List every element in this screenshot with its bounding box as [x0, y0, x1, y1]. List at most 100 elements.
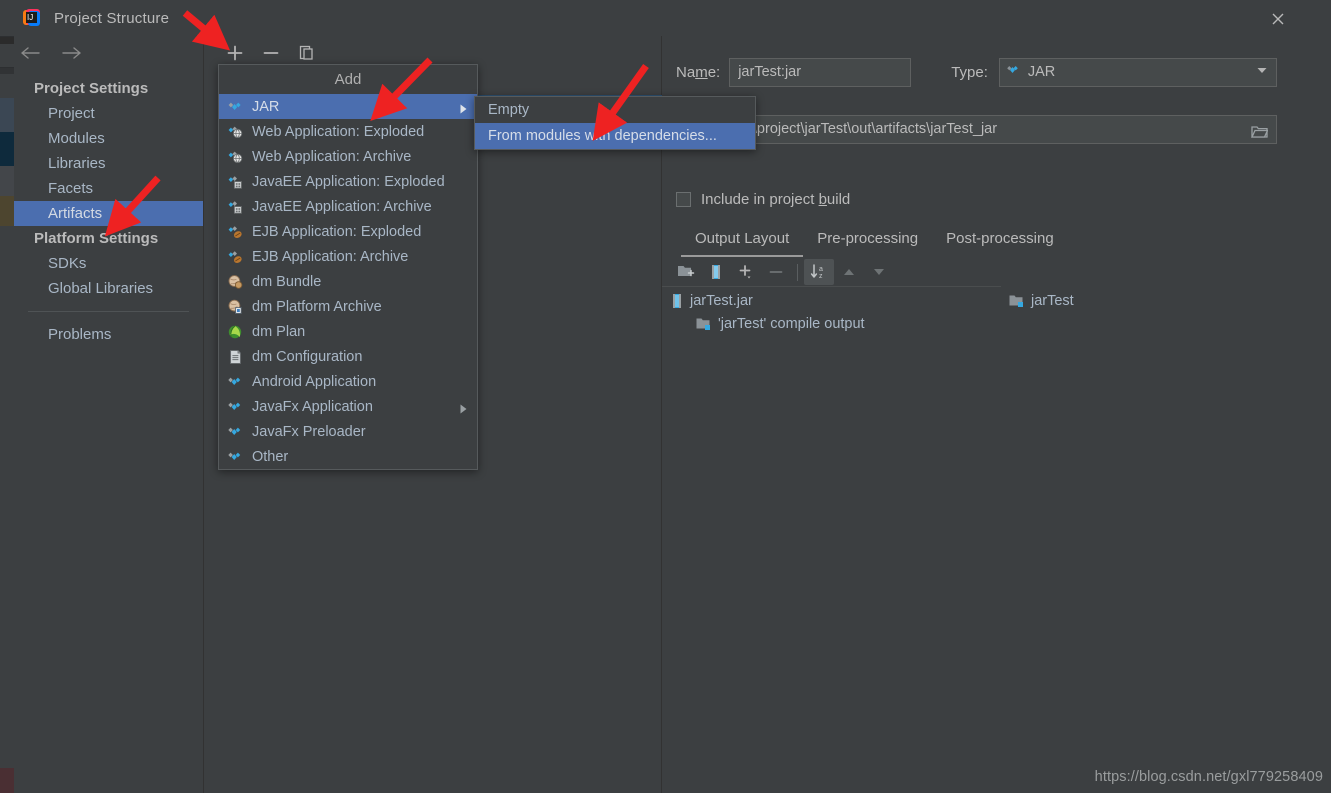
- menu-item-label: Other: [252, 448, 289, 465]
- artifact-details-panel: Name: Type: JAR ectory: F: [662, 36, 1331, 793]
- tab-output-layout[interactable]: Output Layout: [681, 226, 804, 257]
- tree-item-compile-output[interactable]: 'jarTest' compile output: [670, 312, 865, 335]
- menu-item-label: Empty: [488, 102, 530, 118]
- menu-item-dm-plan[interactable]: dm Plan: [219, 319, 477, 344]
- bg-strip: [0, 754, 14, 768]
- bg-strip: [0, 44, 14, 68]
- plus-icon[interactable]: [224, 42, 246, 64]
- ejb-exploded-icon: [227, 224, 245, 240]
- dm-configuration-icon: [227, 349, 245, 365]
- dm-platform-archive-icon: [227, 299, 245, 315]
- output-directory-input[interactable]: F:\project\jarTest\out\artifacts\jarTest…: [731, 114, 1278, 144]
- tree-item-label: jarTest: [1031, 292, 1074, 309]
- tab-pre-processing[interactable]: Pre-processing: [803, 226, 932, 257]
- menu-item-dm-configuration[interactable]: dm Configuration: [219, 344, 477, 369]
- close-icon[interactable]: [1265, 6, 1291, 32]
- sidebar-item-problems[interactable]: Problems: [14, 322, 203, 347]
- menu-item-jar[interactable]: JAR: [219, 94, 477, 119]
- menu-item-label: dm Plan: [252, 323, 306, 340]
- type-dropdown[interactable]: JAR: [998, 57, 1277, 87]
- sidebar-group-project-settings: Project Settings: [34, 80, 149, 97]
- menu-item-android-application[interactable]: Android Application: [219, 369, 477, 394]
- module-output-icon: [696, 317, 712, 331]
- toolbar-separator: [797, 263, 798, 281]
- bg-strip: [0, 226, 14, 754]
- bg-strip: [0, 98, 14, 132]
- sidebar-nav-toolbar: [14, 36, 203, 69]
- menu-item-from-modules-with-dependencies[interactable]: From modules with dependencies...: [475, 123, 755, 149]
- sidebar-item-global-libraries[interactable]: Global Libraries: [14, 276, 203, 301]
- menu-item-empty[interactable]: Empty: [475, 97, 755, 123]
- svg-text:z: z: [819, 273, 823, 280]
- arrow-right-icon[interactable]: [58, 41, 84, 65]
- chevron-down-icon[interactable]: [1254, 62, 1270, 83]
- menu-item-label: JavaFx Application: [252, 398, 373, 415]
- intellij-logo-icon: IJ: [23, 9, 41, 27]
- bg-strip: [0, 36, 14, 44]
- sidebar-list: Project Settings Project Modules Librari…: [14, 69, 203, 347]
- include-in-project-build-row[interactable]: Include in project build: [676, 191, 850, 208]
- sidebar-item-modules[interactable]: Modules: [14, 126, 203, 151]
- menu-item-ejb-application-exploded[interactable]: EJB Application: Exploded: [219, 219, 477, 244]
- include-in-project-build-label: Include in project build: [701, 191, 851, 208]
- output-layout-toolbar: a z: [671, 258, 1001, 286]
- project-structure-dialog: IJ Project Structure Project Settings Pr…: [14, 0, 1331, 793]
- menu-item-label: dm Bundle: [252, 273, 322, 290]
- archive-icon: [670, 293, 684, 309]
- menu-item-label: Web Application: Exploded: [252, 123, 425, 140]
- menu-item-dm-platform-archive[interactable]: dm Platform Archive: [219, 294, 477, 319]
- name-input[interactable]: [729, 57, 912, 87]
- menu-item-label: dm Platform Archive: [252, 298, 382, 315]
- menu-item-javaee-application-exploded[interactable]: JavaEE Application: Exploded: [219, 169, 477, 194]
- menu-item-javaee-application-archive[interactable]: JavaEE Application: Archive: [219, 194, 477, 219]
- sidebar-item-facets[interactable]: Facets: [14, 176, 203, 201]
- menu-item-label: EJB Application: Archive: [252, 248, 409, 265]
- web-archive-icon: [227, 149, 245, 165]
- tab-post-processing[interactable]: Post-processing: [932, 226, 1068, 257]
- folder-open-icon[interactable]: [1250, 122, 1269, 143]
- watermark-text: https://blog.csdn.net/gxl779258409: [1094, 769, 1323, 785]
- add-copy-of-icon[interactable]: [731, 259, 761, 285]
- available-elements-tree[interactable]: jarTest: [1009, 289, 1074, 312]
- javaee-exploded-icon: [227, 174, 245, 190]
- other-icon: [227, 449, 245, 465]
- add-directory-icon[interactable]: [671, 259, 701, 285]
- sort-az-icon[interactable]: a z: [804, 259, 834, 285]
- menu-item-ejb-application-archive[interactable]: EJB Application: Archive: [219, 244, 477, 269]
- menu-item-web-application-archive[interactable]: Web Application: Archive: [219, 144, 477, 169]
- menu-item-javafx-preloader[interactable]: JavaFx Preloader: [219, 419, 477, 444]
- menu-item-label: dm Configuration: [252, 348, 363, 365]
- arrow-left-icon[interactable]: [18, 41, 44, 65]
- menu-item-other[interactable]: Other: [219, 444, 477, 469]
- menu-item-label: JAR: [252, 98, 280, 115]
- sidebar-item-project[interactable]: Project: [14, 101, 203, 126]
- include-in-project-build-checkbox[interactable]: [676, 192, 691, 207]
- svg-text:a: a: [819, 266, 823, 273]
- sidebar-item-artifacts[interactable]: Artifacts: [14, 201, 203, 226]
- sidebar-divider: [28, 311, 189, 312]
- menu-item-dm-bundle[interactable]: dm Bundle: [219, 269, 477, 294]
- menu-item-javafx-application[interactable]: JavaFx Application: [219, 394, 477, 419]
- minus-icon[interactable]: [260, 42, 282, 64]
- settings-sidebar: Project Settings Project Modules Librari…: [14, 36, 204, 793]
- dialog-titlebar: IJ Project Structure: [14, 0, 1331, 36]
- output-layout-tree[interactable]: jarTest.jar 'jarTest' compile output: [670, 289, 865, 335]
- tree-item-jartest-module[interactable]: jarTest: [1009, 289, 1074, 312]
- logo-text: IJ: [27, 13, 34, 22]
- javafx-application-icon: [227, 399, 245, 415]
- menu-item-web-application-exploded[interactable]: Web Application: Exploded: [219, 119, 477, 144]
- dm-bundle-icon: [227, 274, 245, 290]
- name-label: Name:: [676, 63, 721, 81]
- ejb-archive-icon: [227, 249, 245, 265]
- bg-strip: [0, 196, 14, 226]
- sidebar-item-libraries[interactable]: Libraries: [14, 151, 203, 176]
- add-archive-icon[interactable]: [701, 259, 731, 285]
- jar-icon: [227, 99, 245, 115]
- sidebar-item-sdks[interactable]: SDKs: [14, 251, 203, 276]
- output-directory-value: F:\project\jarTest\out\artifacts\jarTest…: [740, 120, 998, 137]
- bg-line: [0, 36, 14, 37]
- tree-item-jar[interactable]: jarTest.jar: [670, 289, 865, 312]
- javaee-archive-icon: [227, 199, 245, 215]
- copy-icon[interactable]: [296, 42, 318, 64]
- type-label: Type:: [951, 63, 988, 81]
